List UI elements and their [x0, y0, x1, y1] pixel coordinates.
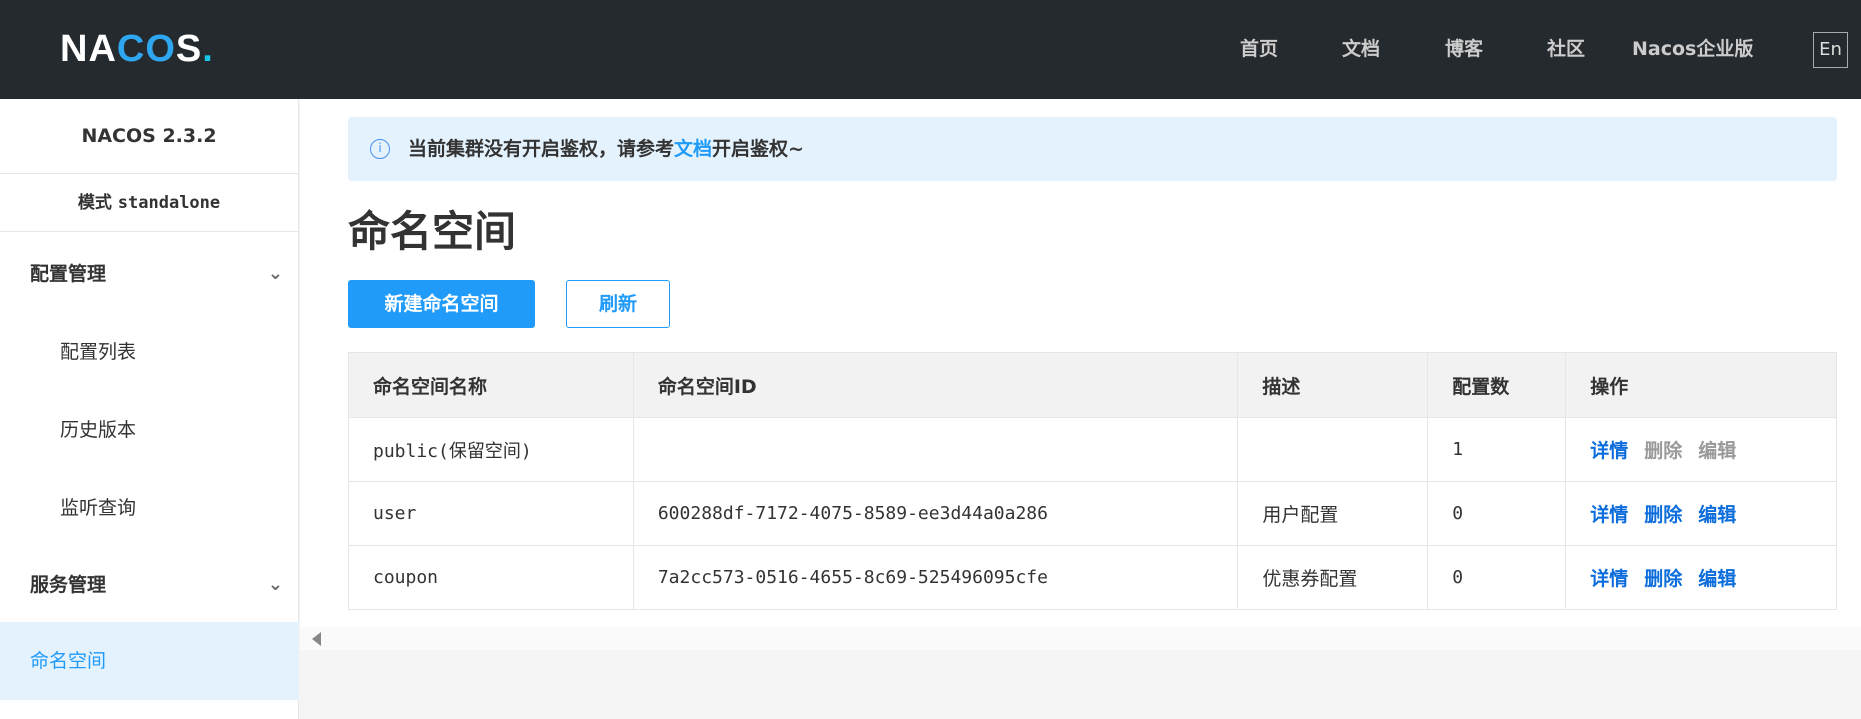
cell-ops: 详情 删除 编辑 [1565, 481, 1837, 546]
detail-link[interactable]: 详情 [1590, 440, 1628, 462]
alert-docs-link[interactable]: 文档 [674, 138, 712, 160]
delete-link: 删除 [1644, 440, 1683, 462]
chevron-down-icon: ⌄ [267, 263, 283, 284]
col-id: 命名空间ID [632, 352, 1239, 418]
detail-link[interactable]: 详情 [1590, 504, 1628, 526]
col-desc: 描述 [1237, 352, 1429, 418]
new-namespace-button[interactable]: 新建命名空间 [348, 280, 535, 328]
cell-id [632, 417, 1239, 482]
page-title: 命名空间 [348, 207, 517, 256]
top-header: NACOS. 首页 文档 博客 社区 Nacos企业版 En [0, 0, 1861, 99]
scroll-left-arrow-icon[interactable] [312, 632, 321, 646]
edit-link[interactable]: 编辑 [1698, 504, 1736, 526]
delete-link[interactable]: 删除 [1644, 504, 1682, 526]
cell-desc: 用户配置 [1237, 481, 1429, 546]
info-icon: i [370, 139, 390, 159]
horizontal-scrollbar[interactable] [300, 627, 1861, 650]
delete-link[interactable]: 删除 [1644, 568, 1682, 590]
cell-id: 600288df-7172-4075-8589-ee3d44a0a286 [632, 481, 1239, 546]
nav-home[interactable]: 首页 [1240, 0, 1278, 99]
edit-link[interactable]: 编辑 [1698, 568, 1736, 590]
chevron-down-icon: ⌄ [267, 574, 283, 595]
sidebar-group-label: 配置管理 [30, 263, 107, 285]
cell-desc: 优惠券配置 [1237, 545, 1429, 610]
alert-text-suffix: 开启鉴权~ [712, 138, 804, 160]
alert-text: 当前集群没有开启鉴权，请参考 [408, 138, 675, 160]
cell-count: 1 [1427, 417, 1567, 482]
cell-ops: 详情 删除 编辑 [1565, 545, 1837, 610]
mode-label: 模式 standalone [0, 174, 298, 232]
sidebar: NACOS 2.3.2 模式 standalone 配置管理 ⌄ 配置列表 历史版… [0, 99, 299, 719]
detail-link[interactable]: 详情 [1590, 568, 1628, 590]
page-footer-area [300, 650, 1861, 719]
cell-count: 0 [1427, 545, 1567, 610]
cell-id: 7a2cc573-0516-4655-8c69-525496095cfe [632, 545, 1239, 610]
version-label: NACOS 2.3.2 [0, 99, 298, 174]
nav-blog[interactable]: 博客 [1445, 0, 1483, 99]
auth-alert: i 当前集群没有开启鉴权，请参考文档开启鉴权~ [348, 117, 1837, 181]
sidebar-item-namespace[interactable]: 命名空间 [0, 622, 299, 700]
mode-title: 模式 [77, 193, 112, 213]
sidebar-group-config[interactable]: 配置管理 ⌄ [0, 235, 299, 313]
mode-value: standalone [117, 193, 221, 213]
nav-docs[interactable]: 文档 [1342, 0, 1380, 99]
table-row: user 600288df-7172-4075-8589-ee3d44a0a28… [348, 481, 1837, 546]
col-count: 配置数 [1427, 352, 1567, 418]
sidebar-item-config-list[interactable]: 配置列表 [0, 313, 299, 391]
cell-name: user [348, 481, 634, 546]
col-name: 命名空间名称 [348, 352, 634, 418]
sidebar-item-history[interactable]: 历史版本 [0, 391, 299, 469]
namespace-table: 命名空间名称 命名空间ID 描述 配置数 操作 public(保留空间) 1 详… [348, 352, 1837, 610]
cell-count: 0 [1427, 481, 1567, 546]
sidebar-group-service[interactable]: 服务管理 ⌄ [0, 546, 299, 624]
cell-name: coupon [348, 545, 634, 610]
table-row: coupon 7a2cc573-0516-4655-8c69-525496095… [348, 545, 1837, 610]
nav-community[interactable]: 社区 [1547, 0, 1585, 99]
table-header: 命名空间名称 命名空间ID 描述 配置数 操作 [348, 352, 1837, 418]
cell-ops: 详情 删除 编辑 [1565, 417, 1837, 482]
cell-name: public(保留空间) [348, 417, 634, 482]
nav-enterprise[interactable]: Nacos企业版 [1632, 0, 1753, 99]
edit-link: 编辑 [1698, 440, 1737, 462]
cell-desc [1237, 417, 1429, 482]
nacos-logo[interactable]: NACOS. [60, 28, 214, 71]
col-ops: 操作 [1565, 352, 1837, 418]
sidebar-group-label: 服务管理 [30, 574, 107, 596]
refresh-button[interactable]: 刷新 [566, 280, 670, 328]
language-toggle[interactable]: En [1813, 32, 1848, 68]
table-row: public(保留空间) 1 详情 删除 编辑 [348, 417, 1837, 482]
sidebar-item-listener[interactable]: 监听查询 [0, 469, 299, 547]
